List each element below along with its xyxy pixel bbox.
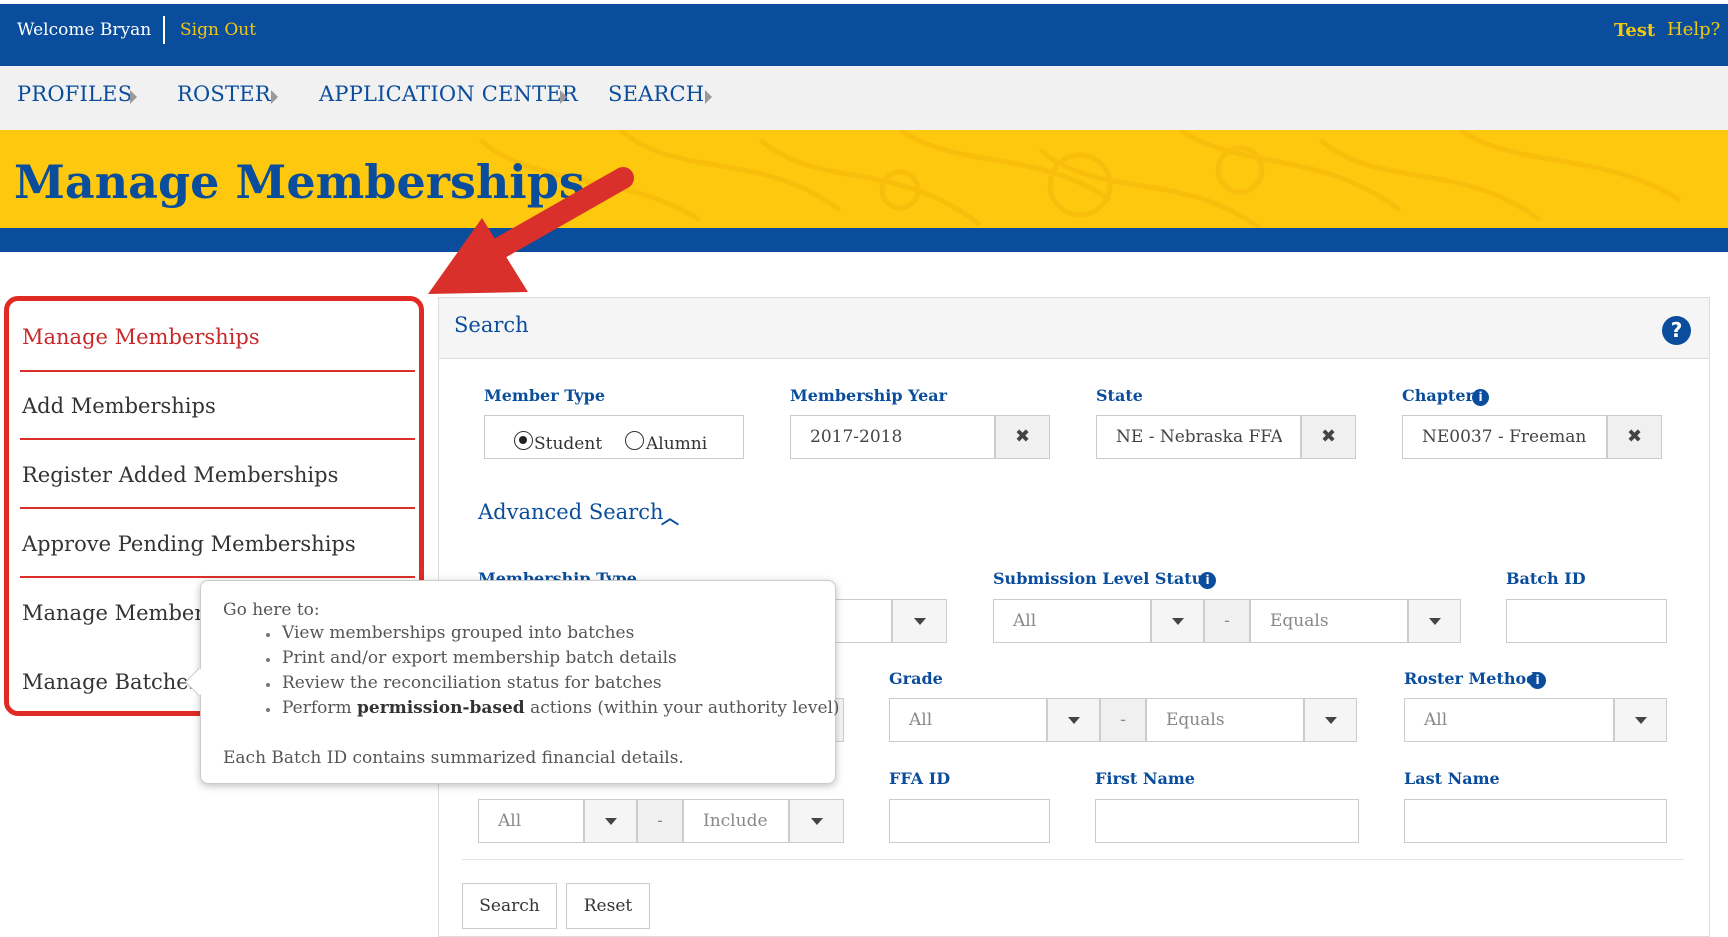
info-icon[interactable]: i [1529,672,1546,689]
caret-right-icon [271,90,278,104]
membership-year-label: Membership Year [790,386,948,405]
tooltip-item: Print and/or export membership batch det… [282,648,677,668]
ffa-id-label: FFA ID [889,769,951,788]
chevron-down-icon [1068,717,1080,724]
chevron-down-icon [1325,717,1337,724]
close-icon: ✖ [1320,426,1337,447]
clear-state-button[interactable]: ✖ [1301,415,1356,459]
bullet-icon [266,658,270,662]
tooltip-item-text: Perform [282,698,358,718]
advanced-search-toggle[interactable]: Advanced Search [478,500,663,524]
submission-operator-value: Equals [1270,611,1329,631]
range-dash: - [637,799,683,843]
tooltip-heading: Go here to: [223,600,320,620]
submission-level-status-label: Submission Level Status [993,569,1213,588]
bullet-icon [266,708,270,712]
membership-year-value: 2017-2018 [810,427,903,447]
annotation-arrow [428,167,634,294]
nav-search[interactable]: SEARCH [608,82,704,106]
first-name-label: First Name [1095,769,1195,788]
ffa-id-input[interactable] [889,799,1050,843]
tooltip-footer: Each Batch ID contains summarized financ… [223,748,684,768]
radio-alumni[interactable] [625,431,644,450]
sidebar-item-manage-batches[interactable]: Manage Batches [22,670,202,694]
chevron-down-icon [1635,717,1647,724]
chevron-down-icon [1172,618,1184,625]
last-name-input[interactable] [1404,799,1667,843]
sidebar-divider [20,507,415,509]
range-dash: - [1204,599,1250,643]
caret-right-icon [705,90,712,104]
tooltip-item-bold: permission-based [357,698,525,718]
info-icon[interactable]: i [1199,572,1216,589]
gender-select[interactable] [478,799,584,843]
tooltip-item: Perform permission-based actions (within… [282,698,840,718]
radio-student[interactable] [514,431,533,450]
test-link[interactable]: Test [1614,20,1655,41]
clear-chapter-button[interactable]: ✖ [1607,415,1662,459]
range-dash: - [1100,698,1146,742]
sidebar-divider [20,370,415,372]
caret-right-icon [130,90,137,104]
member-type-label: Member Type [484,386,605,405]
bullet-icon [266,633,270,637]
help-circle-icon[interactable]: ? [1662,316,1691,345]
radio-student-label: Student [534,434,603,454]
sidebar-item-register-added[interactable]: Register Added Memberships [22,463,415,487]
close-icon: ✖ [1014,426,1031,447]
help-link[interactable]: Help? [1667,19,1720,40]
chevron-down-icon [914,618,926,625]
search-panel-header [439,298,1709,359]
sign-out-link[interactable]: Sign Out [180,20,256,40]
submission-status-value: All [1013,611,1037,631]
welcome-text: Welcome Bryan [17,20,152,40]
roster-method-label: Roster Method [1404,669,1538,688]
gender-value: All [498,811,522,831]
search-panel-title: Search [454,313,529,337]
radio-alumni-label: Alumni [646,434,708,454]
last-name-label: Last Name [1404,769,1500,788]
tooltip-item: View memberships grouped into batches [282,623,635,643]
state-value: NE - Nebraska FFA S [1116,427,1282,447]
sidebar-item-add-memberships[interactable]: Add Memberships [22,394,415,418]
first-name-input[interactable] [1095,799,1359,843]
grade-label: Grade [889,669,943,688]
chevron-up-icon[interactable]: ︿ [661,504,679,530]
nav-profiles[interactable]: PROFILES [17,82,132,106]
chevron-down-icon [605,818,617,825]
batch-id-input[interactable] [1506,599,1667,643]
batch-id-label: Batch ID [1506,569,1586,588]
tooltip-item: Review the reconciliation status for bat… [282,673,662,693]
bullet-icon [266,683,270,687]
nav-application-center[interactable]: APPLICATION CENTER [319,82,578,106]
info-icon[interactable]: i [1472,389,1489,406]
sidebar-item-manage-membership-other[interactable]: Manage Membersh [22,601,202,625]
sidebar-item-manage-memberships[interactable]: Manage Memberships [22,325,415,349]
nav-roster[interactable]: ROSTER [177,82,271,106]
banner-stripe [0,228,1728,252]
clear-year-button[interactable]: ✖ [995,415,1050,459]
top-bar [0,0,1728,66]
gender-operator-value: Include [703,811,768,831]
topbar-divider [163,16,165,44]
chevron-down-icon [811,818,823,825]
panel-divider [462,859,1684,860]
sidebar-divider [20,576,415,578]
caret-right-icon [560,90,567,104]
sidebar-item-approve-pending[interactable]: Approve Pending Memberships [22,532,415,556]
state-label: State [1096,386,1143,405]
roster-method-value: All [1424,710,1448,730]
grade-operator-value: Equals [1166,710,1225,730]
tooltip-item-text: actions (within your authority level) [524,698,840,718]
chapter-value: NE0037 - Freeman F [1422,427,1588,447]
grade-value: All [909,710,933,730]
close-icon: ✖ [1626,426,1643,447]
chevron-down-icon [1429,618,1441,625]
sidebar-divider [20,438,415,440]
reset-button[interactable]: Reset [566,883,650,929]
search-button[interactable]: Search [462,883,557,929]
chapter-label: Chapter [1402,386,1474,405]
